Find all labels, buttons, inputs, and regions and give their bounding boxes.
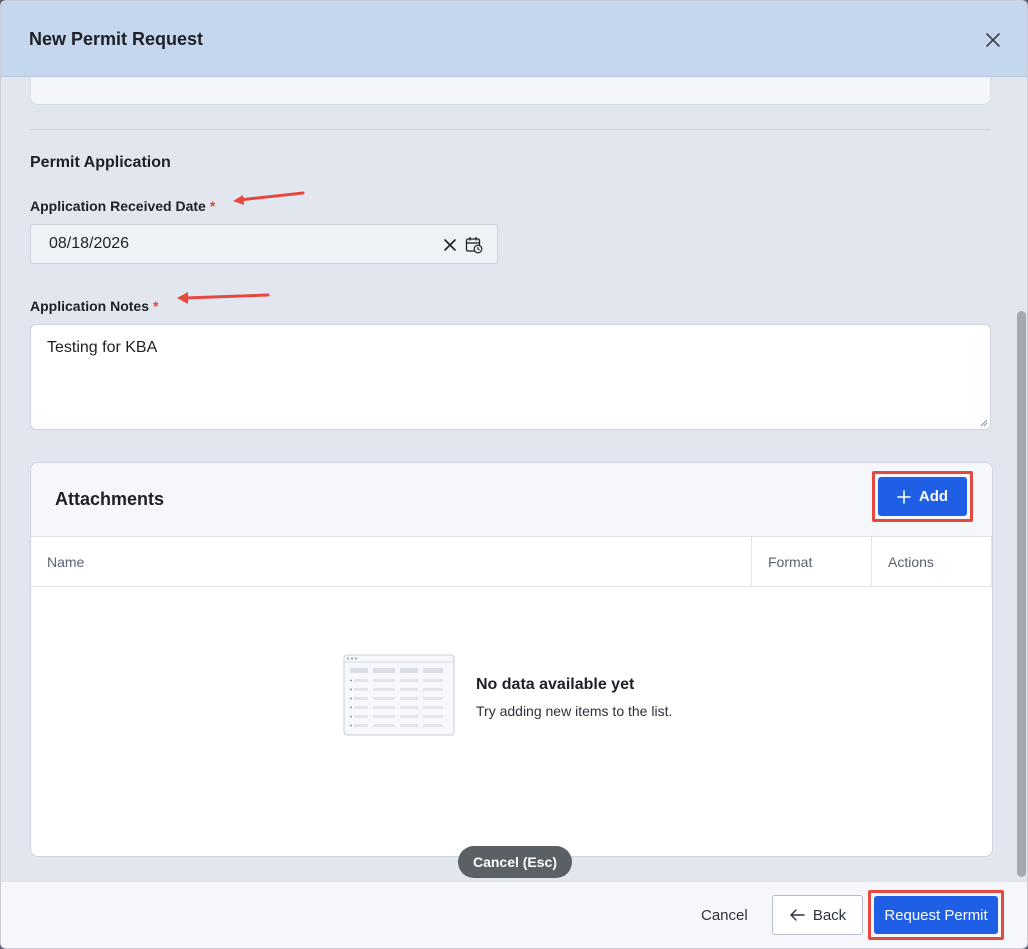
- cancel-tooltip: Cancel (Esc): [458, 846, 572, 878]
- dialog-title: New Permit Request: [29, 29, 204, 49]
- resize-grip-icon[interactable]: [978, 417, 988, 427]
- empty-table-illustration-icon: [343, 654, 455, 736]
- add-attachment-label: Add: [918, 488, 949, 505]
- notes-value[interactable]: Testing for KBA: [47, 339, 157, 357]
- new-permit-request-dialog: New Permit Request Permit Application Ap…: [0, 0, 1028, 949]
- arrow-left-icon: [790, 909, 805, 921]
- attachments-title: Attachments: [55, 489, 165, 509]
- column-header-name[interactable]: Name: [31, 537, 751, 587]
- column-header-format[interactable]: Format: [751, 537, 871, 587]
- notes-label-text: Application Notes: [30, 298, 150, 314]
- close-icon: [986, 33, 1000, 47]
- section-title: Permit Application: [30, 154, 171, 171]
- table-header: Name Format Actions: [31, 537, 992, 587]
- annotation-arrow-icon: [177, 292, 270, 304]
- empty-state-title: No data available yet: [476, 676, 635, 693]
- attachments-panel: Attachments Add Name Format Actions No d…: [30, 462, 993, 857]
- annotation-arrow-icon: [233, 191, 305, 205]
- dialog-footer: Cancel Back Request Permit: [1, 881, 1027, 948]
- attachments-header: Attachments Add: [31, 463, 992, 537]
- calendar-icon[interactable]: [465, 236, 483, 254]
- notes-textarea[interactable]: Testing for KBA: [30, 324, 991, 430]
- back-button-label: Back: [812, 906, 847, 924]
- column-header-actions[interactable]: Actions: [871, 537, 992, 587]
- section-divider: [30, 129, 991, 130]
- request-permit-button[interactable]: Request Permit: [874, 896, 998, 934]
- clear-icon[interactable]: [442, 237, 458, 253]
- cancel-button[interactable]: Cancel: [701, 907, 748, 924]
- plus-icon: [897, 489, 911, 504]
- received-date-value[interactable]: 08/18/2026: [49, 235, 129, 253]
- received-date-label-text: Application Received Date: [30, 198, 206, 214]
- empty-state-subtitle: Try adding new items to the list.: [476, 703, 673, 719]
- dialog-header: New Permit Request: [1, 1, 1027, 77]
- received-date-label: Application Received Date *: [30, 198, 215, 214]
- notes-label: Application Notes *: [30, 298, 158, 314]
- back-button[interactable]: Back: [772, 895, 863, 935]
- received-date-input[interactable]: 08/18/2026: [30, 224, 498, 264]
- required-marker: *: [209, 198, 216, 214]
- scrollbar-thumb[interactable]: [1017, 311, 1026, 877]
- required-marker: *: [153, 298, 159, 314]
- close-button[interactable]: [981, 28, 1005, 52]
- add-attachment-button[interactable]: Add: [878, 477, 967, 516]
